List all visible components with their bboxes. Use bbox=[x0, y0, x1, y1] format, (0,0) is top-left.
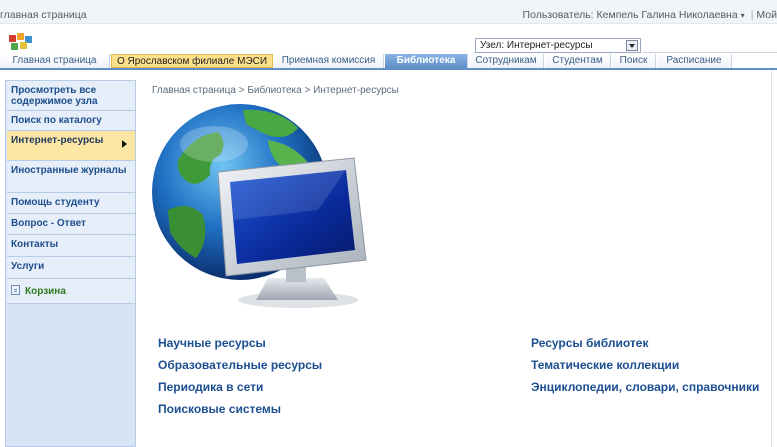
leftnav-foreign-journals[interactable]: Иностранные журналы bbox=[7, 161, 135, 193]
site-logo-icon[interactable] bbox=[8, 32, 34, 52]
leftnav-view-all[interactable]: Просмотреть все содержимое узла bbox=[7, 81, 135, 111]
tab-schedule[interactable]: Расписание bbox=[657, 54, 732, 68]
separator: | bbox=[750, 9, 754, 21]
link-scientific-resources[interactable]: Научные ресурсы bbox=[158, 336, 266, 350]
breadcrumb[interactable]: Главная страница > Библиотека > Интернет… bbox=[152, 85, 399, 96]
link-encyclopedias[interactable]: Энциклопедии, словари, справочники bbox=[531, 380, 759, 394]
link-thematic-collections[interactable]: Тематические коллекции bbox=[531, 358, 679, 372]
link-search-engines[interactable]: Поисковые системы bbox=[158, 402, 281, 416]
leftnav-contacts[interactable]: Контакты bbox=[7, 235, 135, 257]
leftnav-recycle-bin[interactable]: Корзина bbox=[7, 279, 135, 304]
my-site-link[interactable]: Мой bbox=[756, 9, 777, 21]
recycle-bin-label: Корзина bbox=[25, 286, 66, 297]
chevron-down-icon[interactable]: ▾ bbox=[741, 11, 745, 20]
link-online-periodicals[interactable]: Периодика в сети bbox=[158, 380, 263, 394]
leftnav-catalog-search[interactable]: Поиск по каталогу bbox=[7, 111, 135, 131]
left-navigation: Просмотреть все содержимое узла Поиск по… bbox=[5, 80, 136, 447]
search-input[interactable] bbox=[643, 52, 777, 53]
tab-about-branch[interactable]: О Ярославском филиале МЭСИ bbox=[111, 54, 273, 68]
content-divider bbox=[771, 70, 772, 447]
leftnav-internet-resources[interactable]: Интернет-ресурсы bbox=[7, 131, 135, 161]
top-nav: Главная страница О Ярославском филиале М… bbox=[0, 54, 777, 70]
tab-search[interactable]: Поиск bbox=[612, 54, 656, 68]
search-scope-value: Узел: Интернет-ресурсы bbox=[480, 40, 593, 51]
link-educational-resources[interactable]: Образовательные ресурсы bbox=[158, 358, 322, 372]
search-scope-select[interactable]: Узел: Интернет-ресурсы bbox=[475, 38, 641, 53]
globe-monitor-illustration bbox=[152, 104, 367, 308]
leftnav-student-help[interactable]: Помощь студенту bbox=[7, 193, 135, 214]
tab-staff[interactable]: Сотрудникам bbox=[469, 54, 544, 68]
tab-admissions[interactable]: Приемная комиссия bbox=[274, 54, 384, 68]
dropdown-arrow-icon[interactable] bbox=[626, 40, 638, 51]
tab-home[interactable]: Главная страница bbox=[0, 54, 110, 68]
tab-library[interactable]: Библиотека bbox=[385, 54, 468, 68]
top-bar: главная страница Пользователь: Кемпель Г… bbox=[0, 0, 777, 24]
tab-students[interactable]: Студентам bbox=[545, 54, 611, 68]
home-link[interactable]: главная страница bbox=[0, 9, 87, 21]
user-name-menu[interactable]: Пользователь: Кемпель Галина Николаевна bbox=[523, 9, 738, 21]
link-library-resources[interactable]: Ресурсы библиотек bbox=[531, 336, 649, 350]
leftnav-services[interactable]: Услуги bbox=[7, 257, 135, 279]
leftnav-qa[interactable]: Вопрос - Ответ bbox=[7, 214, 135, 235]
recycle-bin-icon bbox=[11, 285, 20, 295]
user-area: Пользователь: Кемпель Галина Николаевна ▾… bbox=[523, 9, 777, 21]
